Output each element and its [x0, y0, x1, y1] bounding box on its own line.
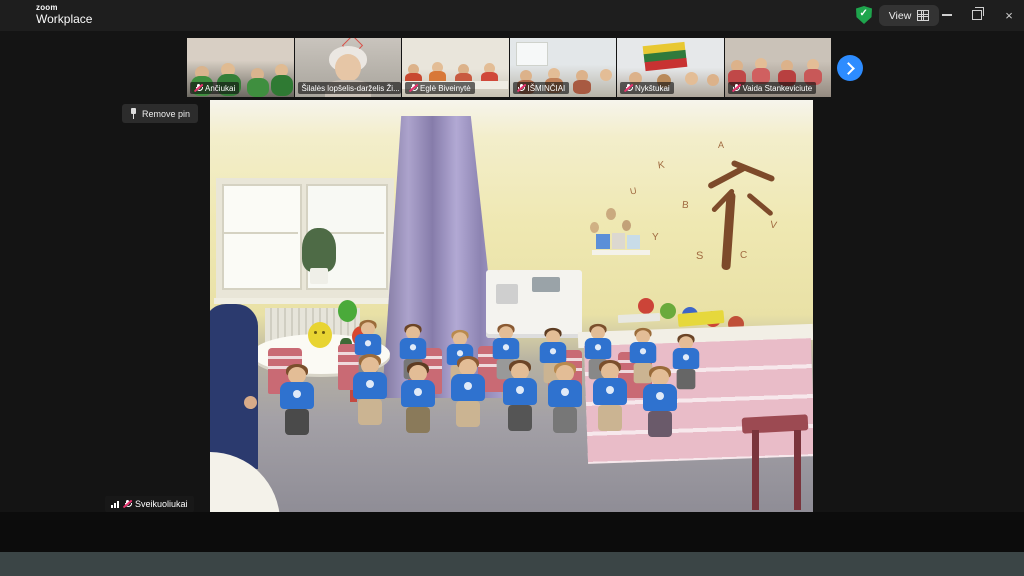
participant-filmstrip: Ančiukai Šilalės lopšelis-darželis Ži... [187, 38, 831, 97]
participant-thumbnail[interactable]: Ančiukai [187, 38, 294, 97]
muted-mic-icon [194, 84, 202, 93]
plant [302, 228, 336, 272]
participant-thumbnail[interactable]: Šilalės lopšelis-darželis Ži... [295, 38, 402, 97]
balloon-green [338, 300, 357, 322]
participant-name-pill: Ančiukai [190, 82, 239, 94]
child-figure [279, 366, 315, 452]
participant-thumbnail[interactable]: Nykštukai [617, 38, 724, 97]
adult-figure [210, 304, 258, 469]
wall-circles [638, 298, 654, 314]
workplace-title: Workplace [36, 12, 92, 26]
pinned-video[interactable]: K B Y S C V A U [210, 100, 813, 512]
windows-taskbar: A W M ▶ ❄ 1 cm of snow Thu LIT 09:33 202… [0, 552, 1024, 576]
chevron-right-icon [842, 62, 855, 75]
child-figure [592, 362, 628, 448]
window [516, 42, 548, 66]
participant-name-pill: Eglė Biveinytė [405, 82, 475, 94]
balloon-yellow [308, 322, 332, 348]
plant-pot [310, 268, 328, 284]
security-shield-icon[interactable]: ✓ [856, 6, 872, 24]
wall-letters: K [657, 160, 665, 172]
zoom-meeting-window: zoom Workplace ✓ View × Ančiukai [0, 0, 1024, 576]
wall-art [606, 208, 616, 220]
next-page-button[interactable] [837, 55, 863, 81]
participant-name-pill: Vaida Stankeviciute [728, 82, 817, 94]
title-bar: zoom Workplace ✓ View × [0, 0, 1024, 31]
window-sill [214, 298, 396, 304]
window [222, 184, 302, 290]
face [335, 54, 361, 82]
wall-shelf [592, 250, 650, 255]
books-stack [618, 313, 660, 323]
meeting-toolbar: Audio Video 19 Participants Chat ♡ React [0, 512, 1024, 552]
muted-mic-icon [517, 84, 525, 93]
zoom-logo: zoom [36, 3, 58, 12]
network-signal-icon [111, 501, 119, 508]
child-figure [400, 364, 436, 450]
remove-pin-button[interactable]: Remove pin [122, 104, 198, 123]
active-speaker-label: Sveikuoliukai [105, 496, 194, 512]
child-figure [450, 358, 486, 444]
participant-thumbnail[interactable]: IŠMINČIAI [510, 38, 617, 97]
participant-name-pill: Šilalės lopšelis-darželis Ži... [298, 82, 401, 94]
participant-name-pill: IŠMINČIAI [513, 82, 570, 94]
muted-mic-icon [624, 84, 632, 93]
book [612, 233, 625, 249]
child-figure [502, 362, 538, 448]
muted-mic-icon [732, 84, 740, 93]
muted-mic-icon [409, 84, 417, 93]
book [596, 234, 610, 249]
minimize-button[interactable] [930, 0, 964, 30]
view-label: View [889, 10, 912, 22]
child-figure [642, 368, 678, 454]
gallery-grid-icon [917, 10, 929, 21]
muted-mic-icon [123, 500, 131, 509]
participant-thumbnail[interactable]: Vaida Stankeviciute [725, 38, 832, 97]
participant-name-pill: Nykštukai [620, 82, 674, 94]
close-button[interactable]: × [992, 0, 1024, 30]
child-figure [352, 356, 388, 442]
pin-icon [130, 108, 137, 119]
hand [244, 396, 257, 409]
child-figure [547, 364, 583, 450]
restore-button[interactable] [960, 0, 994, 30]
foreground-table [210, 452, 280, 512]
participant-thumbnail[interactable]: Eglė Biveinytė [402, 38, 509, 97]
book [627, 235, 640, 249]
